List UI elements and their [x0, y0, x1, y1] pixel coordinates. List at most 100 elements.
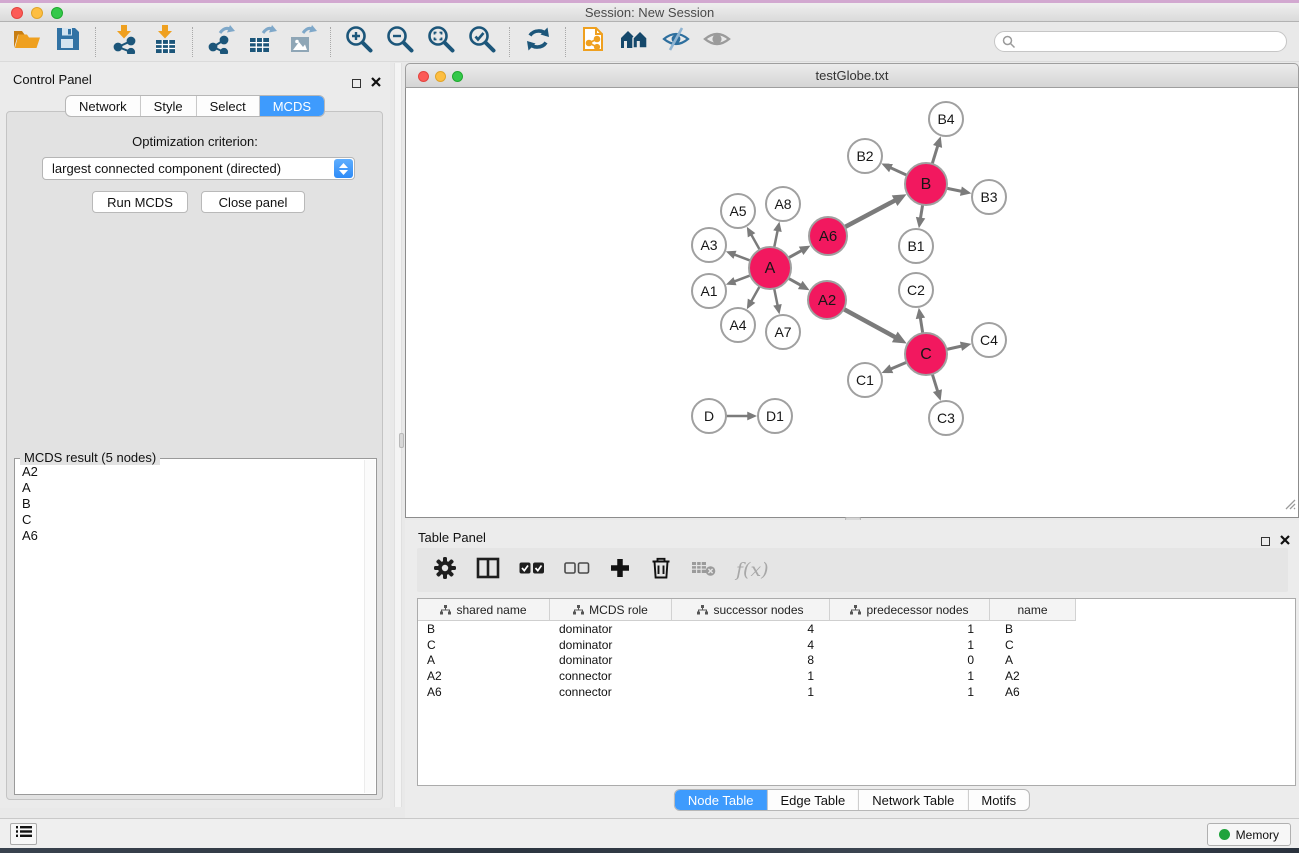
table-row[interactable]: A2connector11A2: [418, 668, 1295, 684]
mcds-result-item[interactable]: A2: [16, 464, 363, 480]
table-row[interactable]: A6connector11A6: [418, 684, 1295, 700]
network-node-C2[interactable]: C2: [899, 273, 933, 307]
network-node-C4[interactable]: C4: [972, 323, 1006, 357]
mcds-result-item[interactable]: A6: [16, 528, 363, 544]
network-node-B3[interactable]: B3: [972, 180, 1006, 214]
network-node-A7[interactable]: A7: [766, 315, 800, 349]
open-session-button[interactable]: [6, 25, 47, 59]
network-node-C[interactable]: C: [905, 333, 947, 375]
table-cell[interactable]: connector: [550, 669, 672, 683]
import-network-button[interactable]: [103, 25, 144, 59]
zoom-selected-button[interactable]: [461, 25, 502, 59]
task-history-button[interactable]: [10, 823, 37, 845]
table-cell[interactable]: dominator: [550, 653, 672, 667]
table-row[interactable]: Cdominator41C: [418, 637, 1295, 653]
show-graphics-details-button[interactable]: [696, 25, 737, 59]
table-cell[interactable]: 1: [830, 669, 990, 683]
network-node-A1[interactable]: A1: [692, 274, 726, 308]
network-node-A[interactable]: A: [749, 247, 791, 289]
tab-mcds[interactable]: MCDS: [260, 96, 324, 116]
table-cell[interactable]: A6: [990, 685, 1076, 699]
table-cell[interactable]: 1: [672, 669, 830, 683]
network-window-titlebar[interactable]: testGlobe.txt: [405, 63, 1299, 88]
tab-edge-table[interactable]: Edge Table: [767, 790, 859, 810]
table-cell[interactable]: 1: [830, 622, 990, 636]
apply-layout-button[interactable]: [517, 25, 558, 59]
table-cell[interactable]: 4: [672, 638, 830, 652]
export-network-button[interactable]: [200, 25, 241, 59]
result-list-scrollbar[interactable]: [364, 460, 375, 793]
tab-motifs[interactable]: Motifs: [968, 790, 1029, 810]
tab-network-table[interactable]: Network Table: [859, 790, 968, 810]
column-header-name[interactable]: name: [990, 599, 1076, 621]
network-vertical-scrollbar[interactable]: [399, 433, 404, 448]
hide-graphics-details-button[interactable]: [655, 25, 696, 59]
deselect-all-button[interactable]: [564, 561, 590, 580]
network-node-A3[interactable]: A3: [692, 228, 726, 262]
table-cell[interactable]: dominator: [550, 622, 672, 636]
run-mcds-button[interactable]: Run MCDS: [92, 191, 188, 213]
memory-button[interactable]: Memory: [1207, 823, 1291, 846]
column-header-mcds-role[interactable]: MCDS role: [550, 599, 672, 621]
table-cell[interactable]: 4: [672, 622, 830, 636]
mcds-result-item[interactable]: A: [16, 480, 363, 496]
tab-style[interactable]: Style: [141, 96, 197, 116]
mcds-result-item[interactable]: B: [16, 496, 363, 512]
table-cell[interactable]: dominator: [550, 638, 672, 652]
select-all-button[interactable]: [519, 561, 545, 580]
save-session-button[interactable]: [47, 25, 88, 59]
table-cell[interactable]: A: [990, 653, 1076, 667]
column-header-predecessor-nodes[interactable]: predecessor nodes: [830, 599, 990, 621]
network-node-C1[interactable]: C1: [848, 363, 882, 397]
network-node-B4[interactable]: B4: [929, 102, 963, 136]
network-node-A8[interactable]: A8: [766, 187, 800, 221]
network-search-input[interactable]: [994, 31, 1287, 52]
network-node-B2[interactable]: B2: [848, 139, 882, 173]
table-cell[interactable]: B: [990, 622, 1076, 636]
network-node-D1[interactable]: D1: [758, 399, 792, 433]
table-cell[interactable]: A2: [990, 669, 1076, 683]
zoom-out-button[interactable]: [379, 25, 420, 59]
table-cell[interactable]: 1: [830, 638, 990, 652]
column-header-shared-name[interactable]: shared name: [418, 599, 550, 621]
table-cell[interactable]: C: [990, 638, 1076, 652]
export-image-button[interactable]: [282, 25, 323, 59]
resize-grip-icon[interactable]: [1284, 497, 1296, 515]
tab-network[interactable]: Network: [66, 96, 141, 116]
mcds-result-item[interactable]: C: [16, 512, 363, 528]
import-table-button[interactable]: [144, 25, 185, 59]
table-cell[interactable]: B: [418, 622, 550, 636]
export-table-button[interactable]: [241, 25, 282, 59]
column-header-successor-nodes[interactable]: successor nodes: [672, 599, 830, 621]
zoom-fit-button[interactable]: [420, 25, 461, 59]
network-node-A5[interactable]: A5: [721, 194, 755, 228]
table-row[interactable]: Bdominator41B: [418, 621, 1295, 637]
function-builder-button[interactable]: f(x): [736, 559, 769, 581]
table-cell[interactable]: 1: [672, 685, 830, 699]
tab-select[interactable]: Select: [197, 96, 260, 116]
close-panel-button[interactable]: Close panel: [201, 191, 305, 213]
table-cell[interactable]: 1: [830, 685, 990, 699]
table-settings-button[interactable]: [433, 556, 457, 585]
create-column-button[interactable]: [609, 557, 631, 584]
tab-node-table[interactable]: Node Table: [675, 790, 768, 810]
network-node-A2[interactable]: A2: [808, 281, 846, 319]
network-node-B[interactable]: B: [905, 163, 947, 205]
network-node-D[interactable]: D: [692, 399, 726, 433]
table-cell[interactable]: C: [418, 638, 550, 652]
table-cell[interactable]: connector: [550, 685, 672, 699]
network-node-A6[interactable]: A6: [809, 217, 847, 255]
delete-column-button[interactable]: [650, 556, 672, 585]
network-node-C3[interactable]: C3: [929, 401, 963, 435]
table-row[interactable]: Adominator80A: [418, 653, 1295, 669]
float-panel-icon[interactable]: [1261, 537, 1270, 546]
table-cell[interactable]: A2: [418, 669, 550, 683]
toggle-column-display-button[interactable]: [476, 557, 500, 584]
table-cell[interactable]: A: [418, 653, 550, 667]
table-cell[interactable]: 0: [830, 653, 990, 667]
network-node-B1[interactable]: B1: [899, 229, 933, 263]
new-network-button[interactable]: [573, 25, 614, 59]
close-panel-icon[interactable]: [371, 74, 381, 92]
zoom-in-button[interactable]: [338, 25, 379, 59]
float-panel-icon[interactable]: [352, 79, 361, 88]
